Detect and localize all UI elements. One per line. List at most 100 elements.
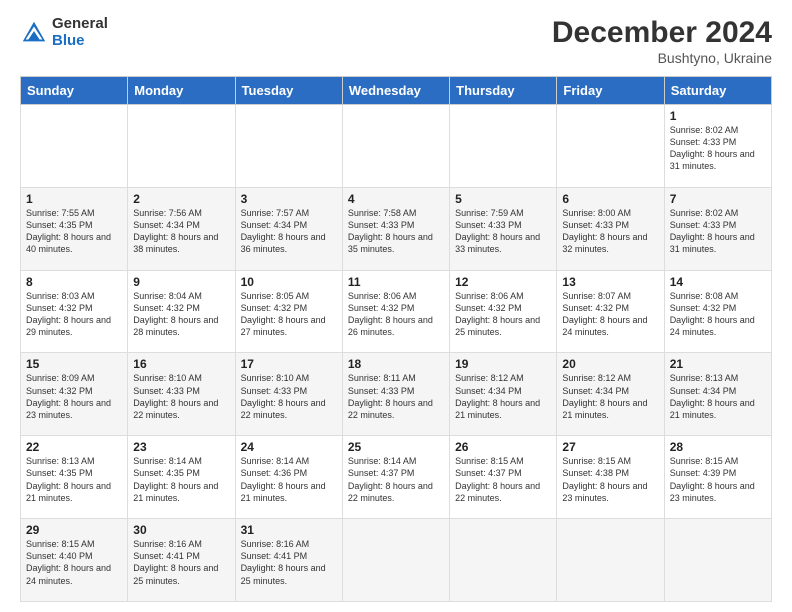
table-row: 5 Sunrise: 7:59 AMSunset: 4:33 PMDayligh… <box>450 187 557 270</box>
table-row: 16 Sunrise: 8:10 AMSunset: 4:33 PMDaylig… <box>128 353 235 436</box>
calendar-week-row: 1 Sunrise: 7:55 AMSunset: 4:35 PMDayligh… <box>21 187 772 270</box>
day-info: Sunrise: 8:06 AMSunset: 4:32 PMDaylight:… <box>348 291 433 337</box>
day-number: 14 <box>670 275 766 289</box>
table-row <box>235 105 342 188</box>
day-info: Sunrise: 8:07 AMSunset: 4:32 PMDaylight:… <box>562 291 647 337</box>
day-info: Sunrise: 8:15 AMSunset: 4:37 PMDaylight:… <box>455 456 540 502</box>
day-info: Sunrise: 8:15 AMSunset: 4:40 PMDaylight:… <box>26 539 111 585</box>
col-friday: Friday <box>557 77 664 105</box>
day-info: Sunrise: 8:15 AMSunset: 4:39 PMDaylight:… <box>670 456 755 502</box>
table-row: 27 Sunrise: 8:15 AMSunset: 4:38 PMDaylig… <box>557 436 664 519</box>
day-number: 7 <box>670 192 766 206</box>
day-number: 2 <box>133 192 229 206</box>
table-row: 14 Sunrise: 8:08 AMSunset: 4:32 PMDaylig… <box>664 270 771 353</box>
day-info: Sunrise: 8:16 AMSunset: 4:41 PMDaylight:… <box>241 539 326 585</box>
table-row: 18 Sunrise: 8:11 AMSunset: 4:33 PMDaylig… <box>342 353 449 436</box>
table-row: 25 Sunrise: 8:14 AMSunset: 4:37 PMDaylig… <box>342 436 449 519</box>
day-info: Sunrise: 7:58 AMSunset: 4:33 PMDaylight:… <box>348 208 433 254</box>
table-row <box>557 519 664 602</box>
day-number: 31 <box>241 523 337 537</box>
calendar-week-row: 1 Sunrise: 8:02 AMSunset: 4:33 PMDayligh… <box>21 105 772 188</box>
table-row: 11 Sunrise: 8:06 AMSunset: 4:32 PMDaylig… <box>342 270 449 353</box>
day-info: Sunrise: 8:06 AMSunset: 4:32 PMDaylight:… <box>455 291 540 337</box>
day-number: 28 <box>670 440 766 454</box>
calendar-week-row: 29 Sunrise: 8:15 AMSunset: 4:40 PMDaylig… <box>21 519 772 602</box>
day-number: 21 <box>670 357 766 371</box>
day-info: Sunrise: 8:04 AMSunset: 4:32 PMDaylight:… <box>133 291 218 337</box>
day-number: 11 <box>348 275 444 289</box>
table-row: 1 Sunrise: 7:55 AMSunset: 4:35 PMDayligh… <box>21 187 128 270</box>
day-info: Sunrise: 8:10 AMSunset: 4:33 PMDaylight:… <box>133 373 218 419</box>
day-info: Sunrise: 8:12 AMSunset: 4:34 PMDaylight:… <box>562 373 647 419</box>
col-monday: Monday <box>128 77 235 105</box>
day-info: Sunrise: 8:02 AMSunset: 4:33 PMDaylight:… <box>670 208 755 254</box>
table-row: 8 Sunrise: 8:03 AMSunset: 4:32 PMDayligh… <box>21 270 128 353</box>
table-row: 13 Sunrise: 8:07 AMSunset: 4:32 PMDaylig… <box>557 270 664 353</box>
day-number: 25 <box>348 440 444 454</box>
page: General Blue December 2024 Bushtyno, Ukr… <box>0 0 792 612</box>
day-info: Sunrise: 7:56 AMSunset: 4:34 PMDaylight:… <box>133 208 218 254</box>
table-row: 28 Sunrise: 8:15 AMSunset: 4:39 PMDaylig… <box>664 436 771 519</box>
day-number: 24 <box>241 440 337 454</box>
table-row: 6 Sunrise: 8:00 AMSunset: 4:33 PMDayligh… <box>557 187 664 270</box>
day-number: 27 <box>562 440 658 454</box>
day-number: 10 <box>241 275 337 289</box>
table-row <box>664 519 771 602</box>
day-number: 22 <box>26 440 122 454</box>
header: General Blue December 2024 Bushtyno, Ukr… <box>20 16 772 66</box>
day-number: 12 <box>455 275 551 289</box>
day-info: Sunrise: 8:14 AMSunset: 4:36 PMDaylight:… <box>241 456 326 502</box>
day-info: Sunrise: 8:14 AMSunset: 4:37 PMDaylight:… <box>348 456 433 502</box>
day-number: 4 <box>348 192 444 206</box>
day-number: 3 <box>241 192 337 206</box>
day-info: Sunrise: 7:55 AMSunset: 4:35 PMDaylight:… <box>26 208 111 254</box>
day-number: 18 <box>348 357 444 371</box>
table-row <box>342 105 449 188</box>
table-row: 30 Sunrise: 8:16 AMSunset: 4:41 PMDaylig… <box>128 519 235 602</box>
table-row: 2 Sunrise: 7:56 AMSunset: 4:34 PMDayligh… <box>128 187 235 270</box>
table-row <box>342 519 449 602</box>
table-row: 4 Sunrise: 7:58 AMSunset: 4:33 PMDayligh… <box>342 187 449 270</box>
day-number: 17 <box>241 357 337 371</box>
day-number: 23 <box>133 440 229 454</box>
table-row: 17 Sunrise: 8:10 AMSunset: 4:33 PMDaylig… <box>235 353 342 436</box>
day-number: 1 <box>26 192 122 206</box>
table-row: 21 Sunrise: 8:13 AMSunset: 4:34 PMDaylig… <box>664 353 771 436</box>
col-thursday: Thursday <box>450 77 557 105</box>
day-number: 19 <box>455 357 551 371</box>
table-row: 9 Sunrise: 8:04 AMSunset: 4:32 PMDayligh… <box>128 270 235 353</box>
day-number: 9 <box>133 275 229 289</box>
day-number: 26 <box>455 440 551 454</box>
calendar-table: Sunday Monday Tuesday Wednesday Thursday… <box>20 76 772 602</box>
table-row: 12 Sunrise: 8:06 AMSunset: 4:32 PMDaylig… <box>450 270 557 353</box>
day-number: 8 <box>26 275 122 289</box>
col-sunday: Sunday <box>21 77 128 105</box>
day-info: Sunrise: 8:13 AMSunset: 4:35 PMDaylight:… <box>26 456 111 502</box>
day-info: Sunrise: 8:03 AMSunset: 4:32 PMDaylight:… <box>26 291 111 337</box>
day-info: Sunrise: 8:00 AMSunset: 4:33 PMDaylight:… <box>562 208 647 254</box>
table-row <box>450 105 557 188</box>
day-number: 20 <box>562 357 658 371</box>
calendar-week-row: 15 Sunrise: 8:09 AMSunset: 4:32 PMDaylig… <box>21 353 772 436</box>
day-info: Sunrise: 8:16 AMSunset: 4:41 PMDaylight:… <box>133 539 218 585</box>
table-row: 31 Sunrise: 8:16 AMSunset: 4:41 PMDaylig… <box>235 519 342 602</box>
table-row <box>21 105 128 188</box>
logo-text: General Blue <box>52 16 108 49</box>
location: Bushtyno, Ukraine <box>552 50 772 66</box>
day-number: 6 <box>562 192 658 206</box>
day-number: 1 <box>670 109 766 123</box>
table-row: 29 Sunrise: 8:15 AMSunset: 4:40 PMDaylig… <box>21 519 128 602</box>
day-info: Sunrise: 8:12 AMSunset: 4:34 PMDaylight:… <box>455 373 540 419</box>
title-block: December 2024 Bushtyno, Ukraine <box>552 16 772 66</box>
table-row <box>128 105 235 188</box>
day-info: Sunrise: 8:14 AMSunset: 4:35 PMDaylight:… <box>133 456 218 502</box>
day-info: Sunrise: 8:11 AMSunset: 4:33 PMDaylight:… <box>348 373 433 419</box>
table-row: 3 Sunrise: 7:57 AMSunset: 4:34 PMDayligh… <box>235 187 342 270</box>
calendar-week-row: 8 Sunrise: 8:03 AMSunset: 4:32 PMDayligh… <box>21 270 772 353</box>
day-number: 30 <box>133 523 229 537</box>
table-row: 20 Sunrise: 8:12 AMSunset: 4:34 PMDaylig… <box>557 353 664 436</box>
col-tuesday: Tuesday <box>235 77 342 105</box>
table-row: 15 Sunrise: 8:09 AMSunset: 4:32 PMDaylig… <box>21 353 128 436</box>
col-saturday: Saturday <box>664 77 771 105</box>
day-info: Sunrise: 8:15 AMSunset: 4:38 PMDaylight:… <box>562 456 647 502</box>
